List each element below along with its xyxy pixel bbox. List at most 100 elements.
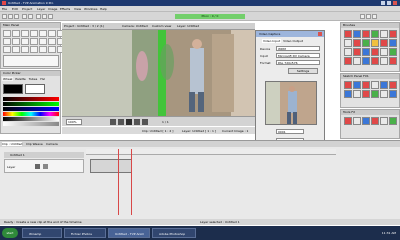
format-select[interactable]: PAL 720x576 bbox=[276, 60, 320, 65]
task-winamp[interactable]: Winamp bbox=[22, 228, 62, 238]
sketch-preset[interactable] bbox=[389, 90, 397, 98]
fx-preset[interactable] bbox=[344, 117, 352, 125]
rewind-icon[interactable] bbox=[110, 119, 116, 125]
settings-button[interactable]: Settings bbox=[288, 68, 318, 74]
tab-camera[interactable]: Camera: Untitled bbox=[122, 24, 148, 28]
paste-icon[interactable] bbox=[48, 14, 53, 19]
layer-name[interactable]: Untitled 1 bbox=[10, 153, 25, 157]
brush-preset[interactable] bbox=[389, 39, 397, 47]
fill-icon[interactable] bbox=[39, 30, 47, 37]
slider-hue[interactable] bbox=[3, 112, 59, 116]
color-sliders[interactable] bbox=[1, 96, 61, 127]
timeline-ruler[interactable] bbox=[86, 149, 336, 155]
layer-row[interactable]: Layer bbox=[4, 159, 84, 173]
brush-preset[interactable] bbox=[362, 57, 370, 65]
lasso-icon[interactable] bbox=[21, 38, 29, 45]
save-icon[interactable] bbox=[14, 14, 19, 19]
tab-clip-weave[interactable]: Clip Weave bbox=[26, 142, 43, 146]
fx-preset[interactable] bbox=[353, 117, 361, 125]
brush-preset[interactable] bbox=[353, 57, 361, 65]
brush-preset[interactable] bbox=[362, 39, 370, 47]
picker-icon[interactable] bbox=[3, 46, 11, 53]
task-photoshop[interactable]: Adobe Photoshop bbox=[152, 228, 196, 238]
dialog-close-icon[interactable] bbox=[318, 32, 322, 36]
device-select[interactable]: WDM bbox=[276, 46, 320, 51]
brush-preset[interactable] bbox=[353, 39, 361, 47]
task-tvp-animation[interactable]: Untitled - TVP Anim bbox=[108, 228, 150, 238]
brush-preset[interactable] bbox=[371, 30, 379, 38]
menu-project[interactable]: Project bbox=[22, 7, 32, 11]
warp-icon[interactable] bbox=[30, 46, 38, 53]
brush-preset[interactable] bbox=[353, 48, 361, 56]
tab-clip[interactable]: Clip : Untitled bbox=[2, 142, 23, 146]
cut-icon[interactable] bbox=[36, 14, 41, 19]
menu-windows[interactable]: Windows bbox=[84, 7, 97, 11]
tab-wheel[interactable]: Wheel bbox=[2, 77, 14, 81]
fx-preset[interactable] bbox=[371, 117, 379, 125]
tab-video-output[interactable]: Video Output bbox=[282, 39, 304, 43]
copy-icon[interactable] bbox=[42, 14, 47, 19]
menu-effects[interactable]: Effects bbox=[60, 7, 70, 11]
brush-preset[interactable] bbox=[353, 30, 361, 38]
brush-icon[interactable] bbox=[12, 30, 20, 37]
tab-palette[interactable]: Palette bbox=[14, 77, 26, 81]
fx-preset[interactable] bbox=[389, 117, 397, 125]
brush-preset[interactable] bbox=[371, 57, 379, 65]
eraser-icon[interactable] bbox=[30, 30, 38, 37]
menu-edit[interactable]: Edit bbox=[12, 7, 18, 11]
brush-preset[interactable] bbox=[371, 48, 379, 56]
next-frame-icon[interactable] bbox=[134, 119, 140, 125]
brush-preset[interactable] bbox=[371, 39, 379, 47]
new-icon[interactable] bbox=[2, 14, 7, 19]
tab-layer[interactable]: Layer: Untitled bbox=[177, 24, 199, 28]
text-icon[interactable] bbox=[30, 38, 38, 45]
fullscreen-icon[interactable] bbox=[372, 14, 377, 19]
slider-alpha[interactable] bbox=[3, 122, 59, 126]
smudge-icon[interactable] bbox=[12, 46, 20, 53]
menu-file[interactable]: File bbox=[2, 7, 7, 11]
eye-icon[interactable] bbox=[35, 164, 40, 169]
sketch-preset[interactable] bbox=[344, 90, 352, 98]
brush-preset[interactable] bbox=[344, 57, 352, 65]
brush-preset[interactable] bbox=[380, 39, 388, 47]
sketch-preset[interactable] bbox=[371, 90, 379, 98]
menu-view[interactable]: View bbox=[74, 7, 81, 11]
secondary-color-swatch[interactable] bbox=[25, 84, 45, 94]
tab-custom-view[interactable]: Custom view bbox=[152, 24, 171, 28]
brush-preset[interactable] bbox=[380, 48, 388, 56]
select-icon[interactable] bbox=[12, 38, 20, 45]
forward-icon[interactable] bbox=[142, 119, 148, 125]
tab-project[interactable]: Project : Untitled : 3 / 2 (1) bbox=[64, 24, 104, 28]
brush-preset[interactable] bbox=[389, 30, 397, 38]
brush-preset[interactable] bbox=[389, 48, 397, 56]
brush-preset[interactable] bbox=[380, 57, 388, 65]
brush-preset[interactable] bbox=[362, 30, 370, 38]
redo-icon[interactable] bbox=[28, 14, 33, 19]
sketch-preset[interactable] bbox=[344, 81, 352, 89]
zoom-icon[interactable] bbox=[48, 38, 56, 45]
menu-help[interactable]: Help bbox=[100, 7, 107, 11]
tab-tubes[interactable]: Tubes bbox=[28, 77, 39, 81]
ellipse-icon[interactable] bbox=[3, 38, 11, 45]
slider-red[interactable] bbox=[3, 97, 59, 101]
slider-blue[interactable] bbox=[3, 107, 59, 111]
grab-counter[interactable]: 0001 bbox=[276, 129, 304, 134]
sketch-preset[interactable] bbox=[353, 90, 361, 98]
blur-icon[interactable] bbox=[21, 46, 29, 53]
task-photos[interactable]: Fichier Photos bbox=[64, 228, 106, 238]
tab-hsl[interactable]: Hsl bbox=[39, 77, 46, 81]
stamp-icon[interactable] bbox=[39, 46, 47, 53]
zoom-field[interactable]: 100% bbox=[66, 119, 82, 125]
brush-preset[interactable] bbox=[389, 57, 397, 65]
close-button[interactable] bbox=[393, 1, 397, 5]
airbrush-icon[interactable] bbox=[21, 30, 29, 37]
move-icon[interactable] bbox=[39, 38, 47, 45]
fx-preset[interactable] bbox=[362, 117, 370, 125]
frame-block[interactable] bbox=[90, 159, 132, 173]
tab-camera-timeline[interactable]: Camera bbox=[46, 142, 58, 146]
view-icon[interactable] bbox=[360, 14, 365, 19]
pencil-icon[interactable] bbox=[3, 30, 11, 37]
slider-green[interactable] bbox=[3, 102, 59, 106]
brush-size-swatch[interactable] bbox=[3, 55, 59, 67]
fx-preset[interactable] bbox=[380, 117, 388, 125]
